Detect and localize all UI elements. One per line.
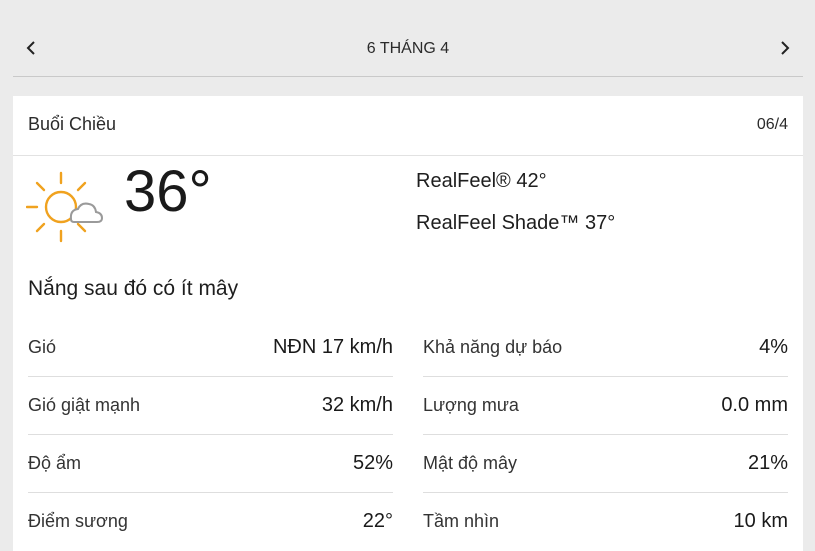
detail-label: Điểm sương	[28, 511, 128, 531]
chevron-right-icon	[781, 41, 790, 55]
detail-label: Lượng mưa	[423, 395, 519, 415]
sun-with-cloud-icon	[26, 171, 104, 243]
detail-value: 0.0 mm	[721, 394, 788, 416]
detail-row-probability: Khả năng dự báo 4%	[423, 319, 788, 377]
detail-row-wind-gusts: Gió giật mạnh 32 km/h	[28, 377, 393, 435]
details-right-column: Khả năng dự báo 4% Lượng mưa 0.0 mm Mật …	[423, 319, 788, 550]
weather-phrase: Nắng sau đó có ít mây	[28, 277, 239, 300]
detail-value: 32 km/h	[321, 394, 393, 416]
detail-value: 52%	[352, 452, 393, 474]
detail-value: NĐN 17 km/h	[272, 336, 393, 358]
temperature: 36°	[124, 159, 212, 224]
detail-label: Tầm nhìn	[423, 511, 500, 531]
detail-label: Gió	[28, 337, 57, 357]
detail-value: 22°	[362, 510, 393, 532]
detail-label: Khả năng dự báo	[423, 337, 563, 357]
forecast-card: Buổi Chiều 06/4 36° RealFeel® 42° RealFe…	[13, 96, 803, 551]
detail-row-dew-point: Điểm sương 22°	[28, 493, 393, 550]
date-title: 6 THÁNG 4	[366, 40, 450, 57]
detail-value: 4%	[759, 336, 788, 358]
detail-row-humidity: Độ ẩm 52%	[28, 435, 393, 493]
date-navigation: 6 THÁNG 4	[13, 22, 803, 77]
realfeel-shade: RealFeel Shade™ 37°	[416, 212, 616, 234]
detail-row-cloud-cover: Mật độ mây 21%	[423, 435, 788, 493]
detail-value: 10 km	[733, 510, 788, 532]
period-title: Buổi Chiều	[28, 114, 117, 134]
detail-value: 21%	[747, 452, 788, 474]
detail-row-visibility: Tầm nhìn 10 km	[423, 493, 788, 550]
next-day-button[interactable]	[773, 36, 797, 60]
detail-label: Độ ẩm	[28, 453, 82, 473]
realfeel: RealFeel® 42°	[416, 170, 547, 192]
card-header: Buổi Chiều 06/4	[13, 96, 803, 156]
detail-label: Mật độ mây	[423, 453, 518, 473]
detail-row-wind: Gió NĐN 17 km/h	[28, 319, 393, 377]
detail-row-precipitation: Lượng mưa 0.0 mm	[423, 377, 788, 435]
details-left-column: Gió NĐN 17 km/h Gió giật mạnh 32 km/h Độ…	[28, 319, 393, 550]
period-date: 06/4	[756, 116, 788, 133]
detail-label: Gió giật mạnh	[28, 395, 141, 415]
